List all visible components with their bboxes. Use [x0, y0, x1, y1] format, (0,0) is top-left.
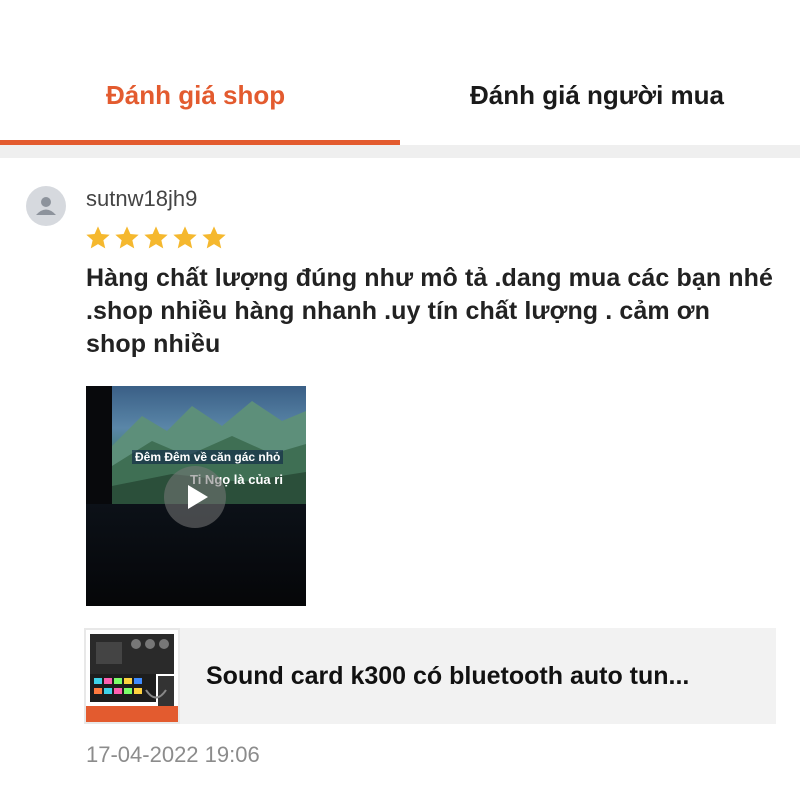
lyric-line-1: Đêm Đêm về căn gác nhỏ: [132, 450, 284, 464]
avatar[interactable]: [26, 186, 66, 226]
tab-shop-reviews[interactable]: Đánh giá shop: [106, 80, 285, 111]
tab-buyer-reviews[interactable]: Đánh giá người mua: [470, 80, 724, 111]
section-divider: [0, 145, 800, 158]
sound-card-image: [86, 630, 178, 722]
product-name: Sound card k300 có bluetooth auto tun...: [206, 662, 690, 690]
reviewer-username: sutnw18jh9: [86, 186, 198, 211]
play-button[interactable]: [164, 466, 226, 528]
star-icon: [115, 226, 139, 249]
star-icon: [144, 226, 168, 249]
star-rating: [84, 224, 229, 252]
user-silhouette-icon: [36, 197, 56, 215]
review-video[interactable]: Đêm Đêm về căn gác nhỏ Ti Ngọ là của ri: [86, 386, 306, 606]
product-thumbnail: [84, 628, 180, 724]
star-icon: [173, 226, 197, 249]
review-text: Hàng chất lượng đúng như mô tả .dang mua…: [86, 264, 773, 358]
review-tabs: Đánh giá shop Đánh giá người mua: [0, 0, 800, 158]
product-card[interactable]: Sound card k300 có bluetooth auto tun...: [84, 628, 776, 724]
play-icon: [188, 485, 208, 509]
star-icon: [202, 226, 226, 249]
star-icon: [86, 226, 110, 249]
review-timestamp: 17-04-2022 19:06: [86, 742, 260, 767]
